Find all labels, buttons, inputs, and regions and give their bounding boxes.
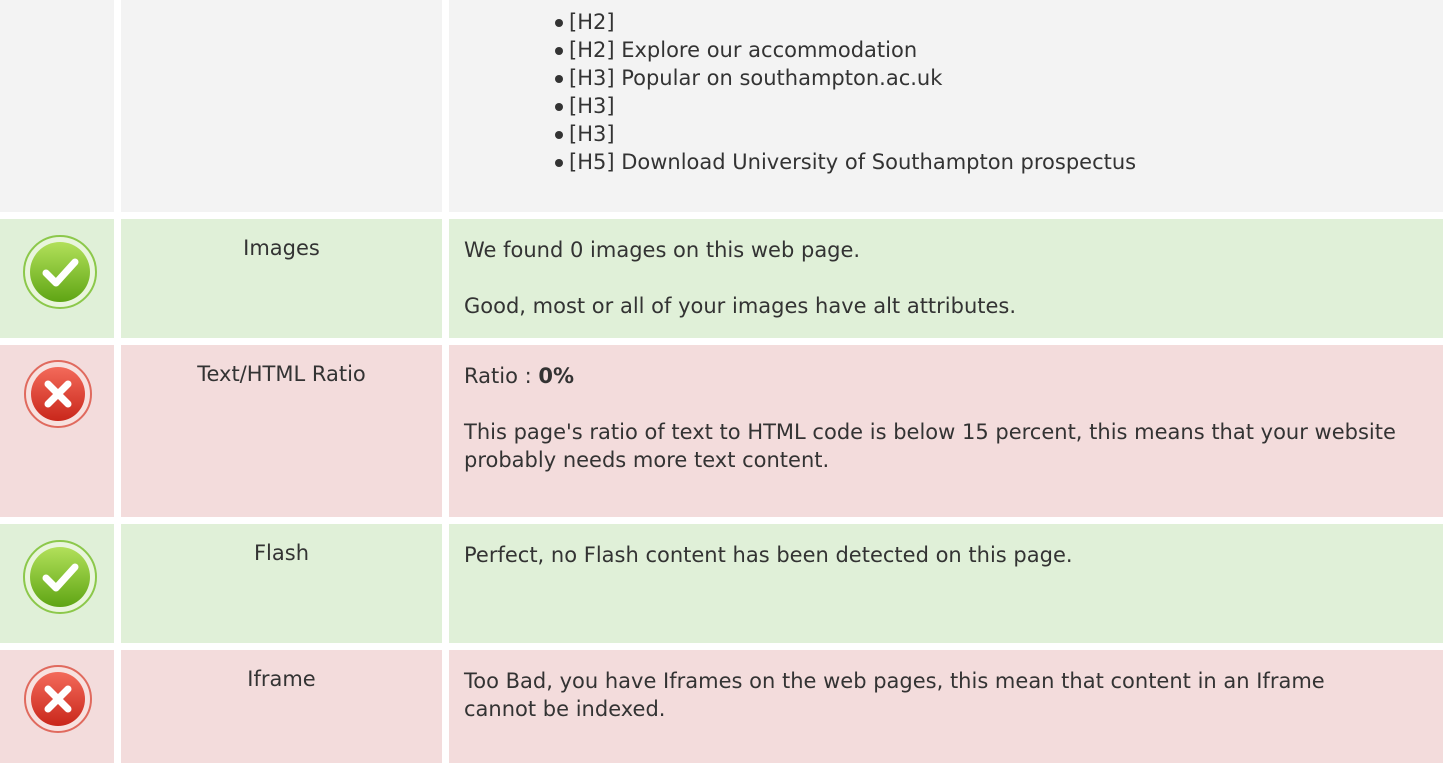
cross-circle-icon <box>24 665 92 733</box>
images-icon-cell <box>0 219 114 338</box>
headings-label-cell <box>121 0 442 212</box>
images-label: Images <box>121 219 442 338</box>
images-row: Images We found 0 images on this web pag… <box>0 219 1443 338</box>
iframe-text: Too Bad, you have Iframes on the web pag… <box>464 669 1325 721</box>
ratio-value: 0% <box>538 364 574 388</box>
ratio-value-line: Ratio : 0% <box>464 362 1443 390</box>
iframe-icon-cell <box>0 650 114 763</box>
check-circle-icon <box>23 540 97 614</box>
heading-item: [H5] Download University of Southampton … <box>555 148 1443 176</box>
heading-item: [H3] <box>555 120 1443 148</box>
iframe-row: Iframe Too Bad, you have Iframes on the … <box>0 650 1443 763</box>
images-content: We found 0 images on this web page. Good… <box>449 219 1443 338</box>
ratio-explanation: This page's ratio of text to HTML code i… <box>464 420 1396 472</box>
ratio-icon-cell <box>0 345 114 517</box>
heading-item: [H3] <box>555 92 1443 120</box>
images-alt-text: Good, most or all of your images have al… <box>464 294 1017 318</box>
headings-content: [H2] [H2] Explore our accommodation [H3]… <box>449 0 1443 212</box>
images-count-text: We found 0 images on this web page. <box>464 238 861 262</box>
flash-content: Perfect, no Flash content has been detec… <box>449 524 1443 643</box>
iframe-content: Too Bad, you have Iframes on the web pag… <box>449 650 1443 763</box>
heading-item: [H3] Popular on southampton.ac.uk <box>555 64 1443 92</box>
headings-row: [H2] [H2] Explore our accommodation [H3]… <box>0 0 1443 212</box>
headings-list: [H2] [H2] Explore our accommodation [H3]… <box>464 6 1443 176</box>
heading-item: [H2] <box>555 8 1443 36</box>
flash-row: Flash Perfect, no Flash content has been… <box>0 524 1443 643</box>
flash-icon-cell <box>0 524 114 643</box>
heading-item: [H2] Explore our accommodation <box>555 36 1443 64</box>
iframe-label: Iframe <box>121 650 442 763</box>
ratio-label: Text/HTML Ratio <box>121 345 442 517</box>
check-circle-icon <box>23 235 97 309</box>
headings-icon-cell <box>0 0 114 212</box>
ratio-prefix: Ratio : <box>464 364 539 388</box>
flash-text: Perfect, no Flash content has been detec… <box>464 543 1073 567</box>
ratio-content: Ratio : 0% This page's ratio of text to … <box>449 345 1443 517</box>
flash-label: Flash <box>121 524 442 643</box>
cross-circle-icon <box>24 360 92 428</box>
ratio-row: Text/HTML Ratio Ratio : 0% This page's r… <box>0 345 1443 517</box>
seo-report: [H2] [H2] Explore our accommodation [H3]… <box>0 0 1443 763</box>
